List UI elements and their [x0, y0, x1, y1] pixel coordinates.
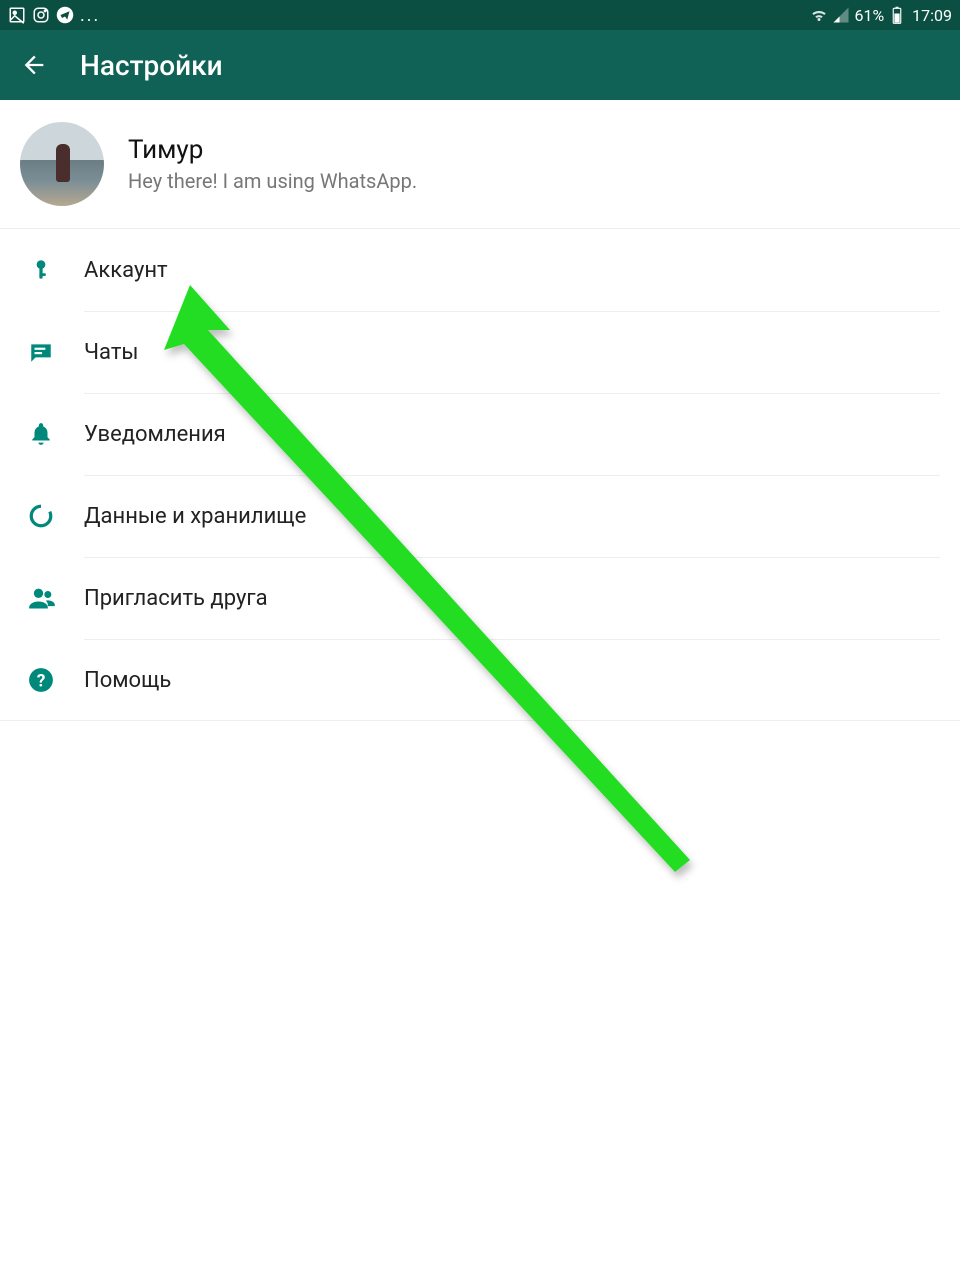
- bell-icon: [28, 421, 84, 447]
- settings-item-invite[interactable]: Пригласить друга: [0, 557, 960, 639]
- help-icon: ?: [28, 667, 84, 693]
- battery-percent: 61%: [854, 6, 884, 25]
- status-right-icons: 61% 17:09: [810, 6, 952, 25]
- settings-list: Аккаунт Чаты Уведомления Данные и хранил…: [0, 229, 960, 721]
- battery-icon: [888, 6, 906, 24]
- image-icon: [8, 6, 26, 24]
- settings-item-label: Данные и хранилище: [84, 504, 306, 529]
- settings-item-chats[interactable]: Чаты: [0, 311, 960, 393]
- settings-item-label: Чаты: [84, 340, 139, 365]
- profile-row[interactable]: Тимур Hey there! I am using WhatsApp.: [0, 100, 960, 229]
- settings-item-label: Пригласить друга: [84, 586, 268, 611]
- status-time: 17:09: [912, 6, 952, 25]
- people-icon: [28, 584, 84, 612]
- settings-item-account[interactable]: Аккаунт: [0, 229, 960, 311]
- settings-item-label: Аккаунт: [84, 258, 168, 283]
- status-left-icons: ...: [8, 5, 100, 26]
- key-icon: [28, 257, 84, 283]
- profile-status: Hey there! I am using WhatsApp.: [128, 169, 417, 193]
- status-ellipsis: ...: [80, 5, 100, 26]
- app-bar: Настройки: [0, 30, 960, 100]
- settings-item-help[interactable]: ? Помощь: [0, 639, 960, 721]
- instagram-icon: [32, 6, 50, 24]
- settings-item-label: Уведомления: [84, 422, 226, 447]
- telegram-icon: [56, 6, 74, 24]
- wifi-icon: [810, 6, 828, 24]
- data-icon: [28, 503, 84, 529]
- settings-item-data[interactable]: Данные и хранилище: [0, 475, 960, 557]
- avatar: [20, 122, 104, 206]
- settings-item-label: Помощь: [84, 668, 171, 693]
- profile-text: Тимур Hey there! I am using WhatsApp.: [128, 135, 417, 193]
- svg-text:?: ?: [37, 671, 46, 691]
- arrow-back-icon: [20, 51, 48, 79]
- back-button[interactable]: [12, 43, 56, 87]
- profile-name: Тимур: [128, 135, 417, 165]
- settings-item-notifications[interactable]: Уведомления: [0, 393, 960, 475]
- android-status-bar: ... 61% 17:09: [0, 0, 960, 30]
- page-title: Настройки: [80, 49, 223, 82]
- message-icon: [28, 339, 84, 365]
- signal-icon: [832, 6, 850, 24]
